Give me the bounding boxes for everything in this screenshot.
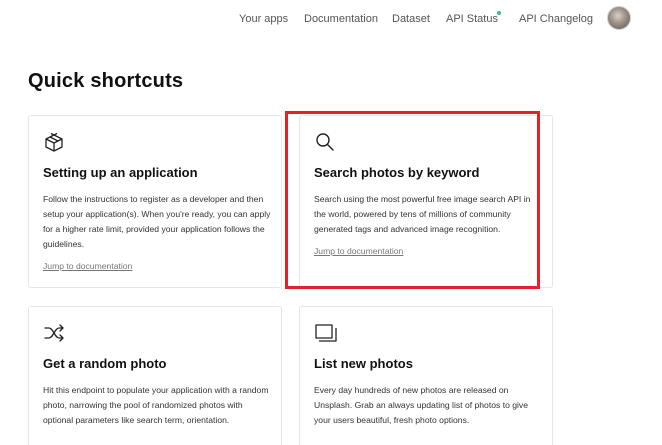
search-icon	[314, 131, 336, 153]
card-description: Every day hundreds of new photos are rel…	[314, 385, 529, 425]
nav-link-dataset[interactable]: Dataset	[392, 13, 430, 25]
nav-link-api-status[interactable]: API Status	[446, 13, 498, 25]
package-icon	[43, 131, 65, 153]
card-description: Search using the most powerful free imag…	[314, 194, 531, 234]
photos-stack-icon	[314, 322, 337, 344]
status-indicator-icon	[497, 11, 501, 15]
nav-link-your-apps[interactable]: Your apps	[239, 13, 288, 25]
jump-to-documentation-link[interactable]: Jump to documentation	[43, 261, 132, 271]
page-title: Quick shortcuts	[28, 70, 184, 92]
jump-to-documentation-link[interactable]: Jump to documentation	[314, 246, 403, 256]
card-description: Follow the instructions to register as a…	[43, 194, 271, 249]
card-title: Search photos by keyword	[314, 165, 480, 180]
card-list-new-photos[interactable]: List new photos Every day hundreds of ne…	[299, 306, 553, 445]
card-random-photo[interactable]: Get a random photo Hit this endpoint to …	[28, 306, 282, 445]
card-description: Hit this endpoint to populate your appli…	[43, 385, 269, 425]
top-navigation: Your apps Documentation Dataset API Stat…	[0, 0, 662, 40]
card-setup-application[interactable]: Setting up an application Follow the ins…	[28, 115, 282, 288]
card-title: List new photos	[314, 356, 413, 371]
nav-link-documentation[interactable]: Documentation	[304, 13, 378, 25]
nav-link-api-changelog[interactable]: API Changelog	[519, 13, 593, 25]
card-title: Get a random photo	[43, 356, 167, 371]
avatar[interactable]	[607, 6, 631, 30]
card-search-photos[interactable]: Search photos by keyword Search using th…	[299, 115, 553, 288]
card-title: Setting up an application	[43, 165, 198, 180]
shuffle-icon	[43, 322, 65, 344]
